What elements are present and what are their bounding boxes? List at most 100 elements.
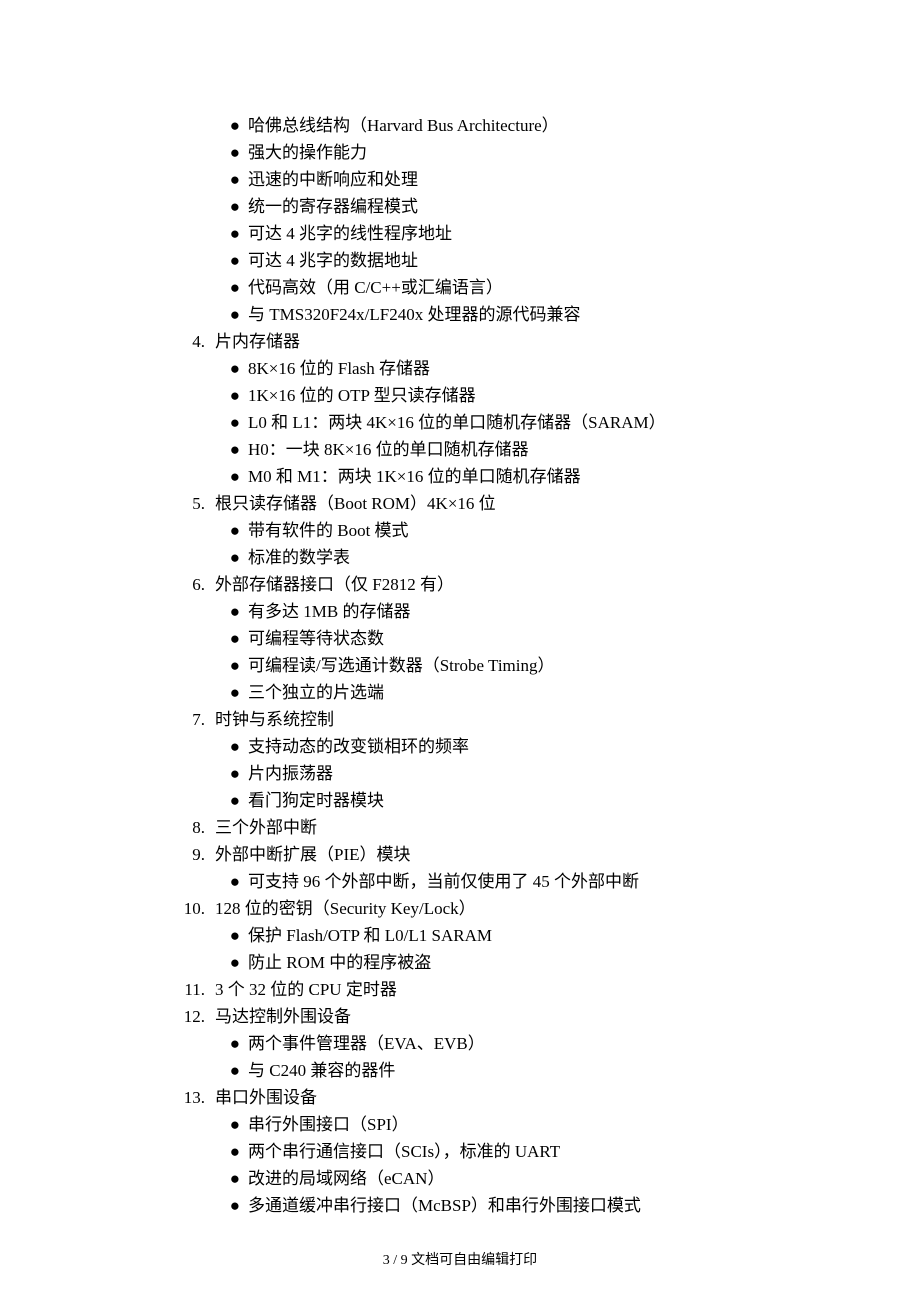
bullet-text: 看门狗定时器模块 xyxy=(248,787,810,814)
bullet-icon: ● xyxy=(170,274,248,301)
bullet-icon: ● xyxy=(170,355,248,382)
bullet-text: 支持动态的改变锁相环的频率 xyxy=(248,733,810,760)
bullet-icon: ● xyxy=(170,301,248,328)
item-number: 7. xyxy=(170,706,215,733)
bullet-icon: ● xyxy=(170,220,248,247)
bullet-text: 统一的寄存器编程模式 xyxy=(248,193,810,220)
bullet-text: M0 和 M1：两块 1K×16 位的单口随机存储器 xyxy=(248,463,810,490)
bullet-text: 标准的数学表 xyxy=(248,544,810,571)
bullet-text: H0：一块 8K×16 位的单口随机存储器 xyxy=(248,436,810,463)
bullet-item: ●两个事件管理器（EVA、EVB） xyxy=(170,1030,810,1057)
bullet-icon: ● xyxy=(170,949,248,976)
bullet-text: 可达 4 兆字的数据地址 xyxy=(248,247,810,274)
bullet-icon: ● xyxy=(170,409,248,436)
item-title: 串口外围设备 xyxy=(215,1084,810,1111)
bullet-item: ●1K×16 位的 OTP 型只读存储器 xyxy=(170,382,810,409)
numbered-item: 9.外部中断扩展（PIE）模块 xyxy=(170,841,810,868)
bullet-text: 代码高效（用 C/C++或汇编语言） xyxy=(248,274,810,301)
bullet-text: 强大的操作能力 xyxy=(248,139,810,166)
bullet-item: ●有多达 1MB 的存储器 xyxy=(170,598,810,625)
numbered-item: 5.根只读存储器（Boot ROM）4K×16 位 xyxy=(170,490,810,517)
bullet-item: ●看门狗定时器模块 xyxy=(170,787,810,814)
bullet-item: ●8K×16 位的 Flash 存储器 xyxy=(170,355,810,382)
bullet-item: ●统一的寄存器编程模式 xyxy=(170,193,810,220)
bullet-icon: ● xyxy=(170,652,248,679)
numbered-item: 11.3 个 32 位的 CPU 定时器 xyxy=(170,976,810,1003)
bullet-item: ●两个串行通信接口（SCIs），标准的 UART xyxy=(170,1138,810,1165)
item-title: 马达控制外围设备 xyxy=(215,1003,810,1030)
bullet-text: 可支持 96 个外部中断，当前仅使用了 45 个外部中断 xyxy=(248,868,810,895)
bullet-icon: ● xyxy=(170,544,248,571)
bullet-item: ●M0 和 M1：两块 1K×16 位的单口随机存储器 xyxy=(170,463,810,490)
bullet-text: 改进的局域网络（eCAN） xyxy=(248,1165,810,1192)
bullet-icon: ● xyxy=(170,436,248,463)
bullet-text: 多通道缓冲串行接口（McBSP）和串行外围接口模式 xyxy=(248,1192,810,1219)
bullet-item: ●迅速的中断响应和处理 xyxy=(170,166,810,193)
bullet-icon: ● xyxy=(170,679,248,706)
bullet-icon: ● xyxy=(170,1165,248,1192)
bullet-icon: ● xyxy=(170,463,248,490)
bullet-item: ●与 C240 兼容的器件 xyxy=(170,1057,810,1084)
bullet-text: 与 C240 兼容的器件 xyxy=(248,1057,810,1084)
bullet-item: ●H0：一块 8K×16 位的单口随机存储器 xyxy=(170,436,810,463)
bullet-item: ●可编程等待状态数 xyxy=(170,625,810,652)
bullet-text: 可达 4 兆字的线性程序地址 xyxy=(248,220,810,247)
item-title: 时钟与系统控制 xyxy=(215,706,810,733)
document-page: ●哈佛总线结构（Harvard Bus Architecture）●强大的操作能… xyxy=(0,0,920,1302)
bullet-item: ●与 TMS320F24x/LF240x 处理器的源代码兼容 xyxy=(170,301,810,328)
item-title: 3 个 32 位的 CPU 定时器 xyxy=(215,976,810,1003)
bullet-item: ●可达 4 兆字的数据地址 xyxy=(170,247,810,274)
bullet-icon: ● xyxy=(170,1192,248,1219)
bullet-text: 可编程等待状态数 xyxy=(248,625,810,652)
numbered-item: 10.128 位的密钥（Security Key/Lock） xyxy=(170,895,810,922)
bullet-item: ●可支持 96 个外部中断，当前仅使用了 45 个外部中断 xyxy=(170,868,810,895)
numbered-item: 6.外部存储器接口（仅 F2812 有） xyxy=(170,571,810,598)
bullet-text: 哈佛总线结构（Harvard Bus Architecture） xyxy=(248,112,810,139)
bullet-text: 三个独立的片选端 xyxy=(248,679,810,706)
item-number: 13. xyxy=(170,1084,215,1111)
bullet-icon: ● xyxy=(170,1138,248,1165)
bullet-item: ●保护 Flash/OTP 和 L0/L1 SARAM xyxy=(170,922,810,949)
bullet-item: ●L0 和 L1：两块 4K×16 位的单口随机存储器（SARAM） xyxy=(170,409,810,436)
bullet-icon: ● xyxy=(170,112,248,139)
item-number: 6. xyxy=(170,571,215,598)
bullet-text: 8K×16 位的 Flash 存储器 xyxy=(248,355,810,382)
bullet-text: 带有软件的 Boot 模式 xyxy=(248,517,810,544)
bullet-icon: ● xyxy=(170,382,248,409)
bullet-icon: ● xyxy=(170,922,248,949)
item-title: 128 位的密钥（Security Key/Lock） xyxy=(215,895,810,922)
item-title: 三个外部中断 xyxy=(215,814,810,841)
item-number: 11. xyxy=(170,976,215,1003)
item-number: 4. xyxy=(170,328,215,355)
bullet-icon: ● xyxy=(170,625,248,652)
bullet-text: 两个串行通信接口（SCIs），标准的 UART xyxy=(248,1138,810,1165)
item-title: 外部中断扩展（PIE）模块 xyxy=(215,841,810,868)
bullet-item: ●哈佛总线结构（Harvard Bus Architecture） xyxy=(170,112,810,139)
bullet-icon: ● xyxy=(170,1111,248,1138)
bullet-item: ●改进的局域网络（eCAN） xyxy=(170,1165,810,1192)
bullet-icon: ● xyxy=(170,1030,248,1057)
numbered-item: 12.马达控制外围设备 xyxy=(170,1003,810,1030)
bullet-text: 有多达 1MB 的存储器 xyxy=(248,598,810,625)
item-number: 5. xyxy=(170,490,215,517)
bullet-item: ●串行外围接口（SPI） xyxy=(170,1111,810,1138)
item-number: 10. xyxy=(170,895,215,922)
bullet-item: ●标准的数学表 xyxy=(170,544,810,571)
bullet-text: L0 和 L1：两块 4K×16 位的单口随机存储器（SARAM） xyxy=(248,409,810,436)
bullet-item: ●三个独立的片选端 xyxy=(170,679,810,706)
bullet-icon: ● xyxy=(170,598,248,625)
item-title: 片内存储器 xyxy=(215,328,810,355)
bullet-text: 保护 Flash/OTP 和 L0/L1 SARAM xyxy=(248,922,810,949)
item-number: 9. xyxy=(170,841,215,868)
numbered-item: 8.三个外部中断 xyxy=(170,814,810,841)
bullet-icon: ● xyxy=(170,139,248,166)
bullet-item: ●片内振荡器 xyxy=(170,760,810,787)
item-number: 8. xyxy=(170,814,215,841)
numbered-item: 7.时钟与系统控制 xyxy=(170,706,810,733)
bullet-text: 可编程读/写选通计数器（Strobe Timing） xyxy=(248,652,810,679)
bullet-icon: ● xyxy=(170,868,248,895)
numbered-item: 13.串口外围设备 xyxy=(170,1084,810,1111)
item-title: 根只读存储器（Boot ROM）4K×16 位 xyxy=(215,490,810,517)
bullet-icon: ● xyxy=(170,193,248,220)
bullet-text: 两个事件管理器（EVA、EVB） xyxy=(248,1030,810,1057)
